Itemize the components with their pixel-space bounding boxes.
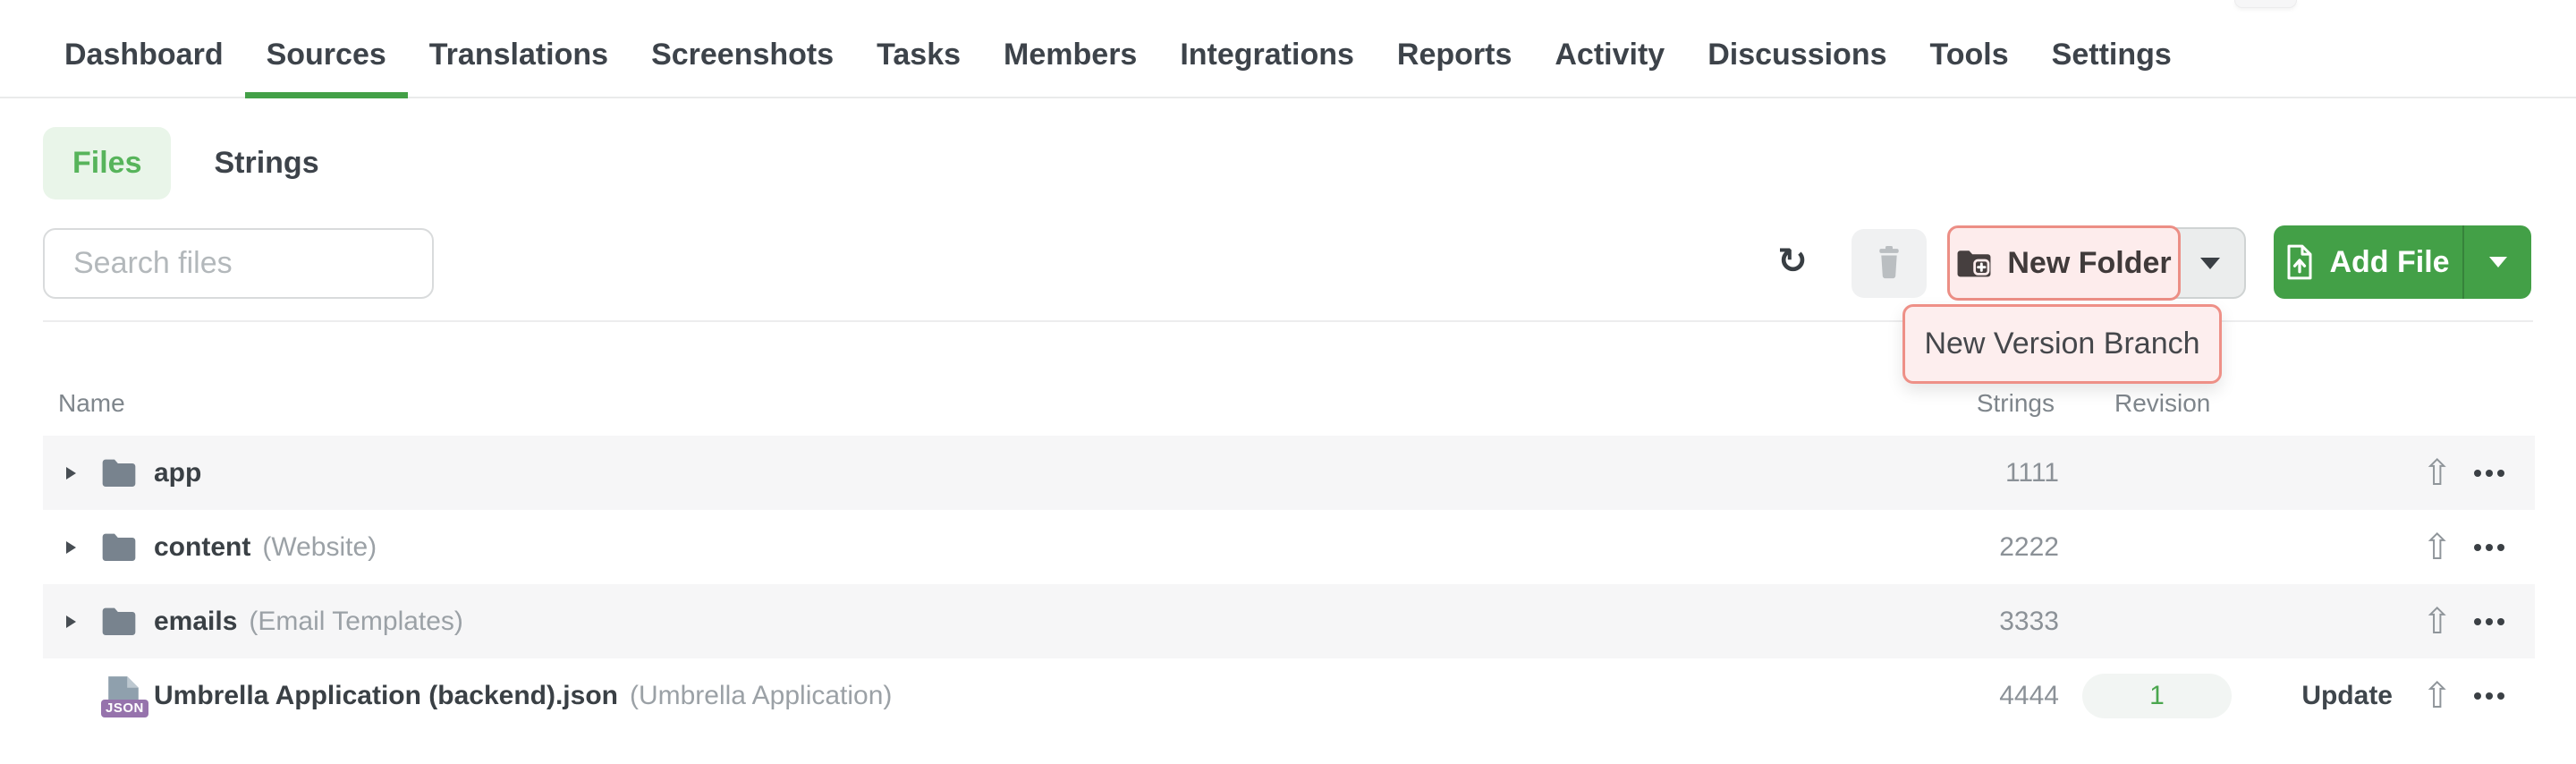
column-header-strings: Strings (1977, 390, 2055, 417)
tab-files[interactable]: Files (43, 127, 171, 199)
upload-icon[interactable]: ⇧ (2422, 604, 2453, 640)
json-file-icon: JSON (101, 675, 146, 717)
expand-caret-icon[interactable] (66, 467, 76, 480)
nav-tab-discussions[interactable]: Discussions (1686, 13, 1908, 97)
view-toggle: Files Strings (43, 127, 319, 199)
strings-count: 3333 (1999, 607, 2059, 637)
files-table: app 1111 ⇧ content (Website) 2222 ⇧ (43, 436, 2535, 733)
refresh-button[interactable]: ↻ (1769, 236, 1816, 286)
nav-tab-reports[interactable]: Reports (1376, 13, 1533, 97)
folder-icon (101, 532, 137, 563)
trash-icon (1875, 245, 1903, 282)
row-menu-button[interactable] (2472, 687, 2506, 705)
table-row-folder-app[interactable]: app 1111 ⇧ (43, 436, 2535, 510)
search-input[interactable] (43, 228, 434, 299)
refresh-icon: ↻ (1777, 241, 1808, 282)
revision-badge: 1 (2082, 674, 2232, 718)
table-row-folder-emails[interactable]: emails (Email Templates) 3333 ⇧ (43, 584, 2535, 658)
folder-icon (101, 607, 137, 637)
sources-page: Dashboard Sources Translations Screensho… (0, 0, 2576, 764)
strings-count: 4444 (1999, 681, 2059, 711)
column-header-name: Name (58, 390, 125, 417)
row-menu-button[interactable] (2472, 613, 2506, 631)
row-name: emails (154, 607, 237, 637)
row-note: (Umbrella Application) (630, 681, 892, 711)
nav-tab-translations[interactable]: Translations (408, 13, 630, 97)
tab-strings[interactable]: Strings (214, 146, 318, 181)
delete-button[interactable] (1852, 229, 1927, 298)
strings-count: 2222 (1999, 532, 2059, 563)
file-upload-icon (2286, 244, 2313, 280)
row-note: (Email Templates) (249, 607, 463, 637)
row-menu-button[interactable] (2472, 464, 2506, 482)
new-folder-button[interactable]: New Folder (1947, 225, 2181, 301)
chevron-down-icon (2200, 258, 2220, 269)
nav-tab-screenshots[interactable]: Screenshots (630, 13, 855, 97)
table-row-folder-content[interactable]: content (Website) 2222 ⇧ (43, 510, 2535, 584)
strings-count: 1111 (2005, 458, 2059, 488)
nav-tab-tasks[interactable]: Tasks (855, 13, 982, 97)
nav-tab-dashboard[interactable]: Dashboard (43, 13, 245, 97)
folder-icon (101, 458, 137, 488)
row-menu-button[interactable] (2472, 539, 2506, 556)
upload-icon[interactable]: ⇧ (2422, 678, 2453, 714)
add-file-dropdown-toggle[interactable] (2462, 225, 2531, 299)
row-name: app (154, 458, 201, 488)
project-nav: Dashboard Sources Translations Screensho… (0, 0, 2576, 98)
row-name: content (154, 532, 250, 563)
chevron-down-icon (2489, 257, 2507, 267)
nav-tab-sources[interactable]: Sources (245, 13, 408, 97)
nav-tab-settings[interactable]: Settings (2030, 13, 2193, 97)
new-folder-dropdown-toggle[interactable] (2174, 227, 2246, 299)
expand-caret-icon[interactable] (66, 615, 76, 628)
table-row-file-umbrella-application[interactable]: JSON Umbrella Application (backend).json… (43, 658, 2535, 733)
folder-plus-icon (1956, 249, 1992, 278)
update-link[interactable]: Update (2301, 681, 2393, 711)
menu-item-new-version-branch[interactable]: New Version Branch (1902, 304, 2222, 384)
upload-icon[interactable]: ⇧ (2422, 455, 2453, 491)
nav-tab-integrations[interactable]: Integrations (1158, 13, 1376, 97)
nav-tab-tools[interactable]: Tools (1909, 13, 2030, 97)
add-file-label: Add File (2329, 245, 2449, 280)
json-badge: JSON (101, 700, 148, 717)
nav-tab-members[interactable]: Members (982, 13, 1158, 97)
column-header-revision: Revision (2114, 390, 2210, 417)
new-folder-label: New Folder (2007, 246, 2171, 281)
nav-tab-activity[interactable]: Activity (1533, 13, 1686, 97)
expand-caret-icon[interactable] (66, 541, 76, 554)
upload-icon[interactable]: ⇧ (2422, 530, 2453, 565)
row-note: (Website) (262, 532, 377, 563)
row-name: Umbrella Application (backend).json (154, 681, 618, 711)
add-file-button[interactable]: Add File (2274, 225, 2531, 299)
